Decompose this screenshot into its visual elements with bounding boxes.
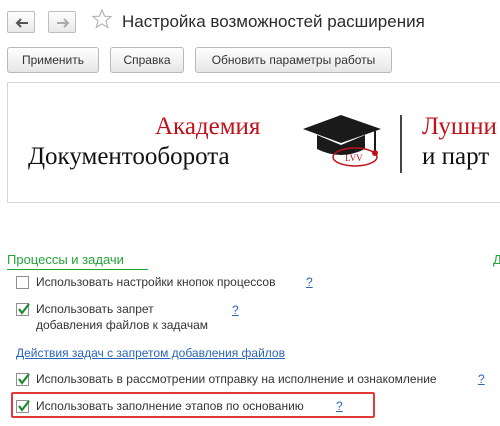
banner-title-line2: Документооборота	[28, 143, 230, 170]
checkmark-icon	[18, 400, 30, 412]
academy-banner: Академия Документооборота LVV Лушни и па…	[7, 82, 500, 203]
favorite-star-icon[interactable]	[92, 9, 112, 29]
help-link-buttons-settings[interactable]: ?	[306, 275, 313, 289]
help-link-stages-fill[interactable]: ?	[336, 399, 343, 413]
next-section-edge: Д	[493, 252, 500, 267]
checkbox-stages-fill[interactable]	[16, 400, 30, 413]
back-button[interactable]	[7, 11, 35, 33]
option-review-send-label: Использовать в рассмотрении отправку на …	[36, 372, 437, 386]
help-button[interactable]: Справка	[110, 47, 184, 73]
checkbox-buttons-settings[interactable]	[16, 276, 29, 289]
arrow-left-icon	[15, 18, 28, 28]
arrow-right-icon	[57, 18, 70, 28]
checkmark-icon	[18, 373, 30, 385]
partner-name-line1: Лушни	[422, 113, 497, 140]
partner-name-line2: и парт	[422, 143, 490, 170]
file-ban-actions-link[interactable]: Действия задач с запретом добавления фай…	[16, 346, 285, 360]
banner-divider	[400, 115, 402, 173]
command-bar: Применить Справка Обновить параметры раб…	[0, 47, 500, 73]
checkbox-review-send[interactable]	[16, 373, 30, 386]
logo-badge-text: LVV	[345, 153, 363, 163]
option-stages-fill-label: Использовать заполнение этапов по основа…	[36, 399, 304, 413]
section-underline	[7, 269, 148, 270]
window-titlebar: Настройка возможностей расширения	[0, 0, 500, 44]
graduation-cap-icon: LVV	[303, 115, 381, 167]
forward-button[interactable]	[48, 11, 76, 33]
option-file-ban-label-line1: Использовать запрет	[36, 302, 154, 316]
help-link-review-send[interactable]: ?	[478, 372, 485, 386]
checkbox-file-ban[interactable]	[16, 303, 30, 316]
refresh-settings-button[interactable]: Обновить параметры работы	[195, 47, 392, 73]
option-buttons-settings-label: Использовать настройки кнопок процессов	[36, 275, 276, 289]
apply-button[interactable]: Применить	[7, 47, 99, 73]
help-link-file-ban[interactable]: ?	[232, 303, 239, 317]
banner-title-line1: Академия	[155, 113, 261, 140]
section-processes-tasks-title[interactable]: Процессы и задачи	[7, 252, 124, 267]
option-file-ban-label-line2: добавления файлов к задачам	[36, 318, 209, 332]
checkmark-icon	[18, 303, 30, 315]
window-title: Настройка возможностей расширения	[122, 12, 425, 31]
